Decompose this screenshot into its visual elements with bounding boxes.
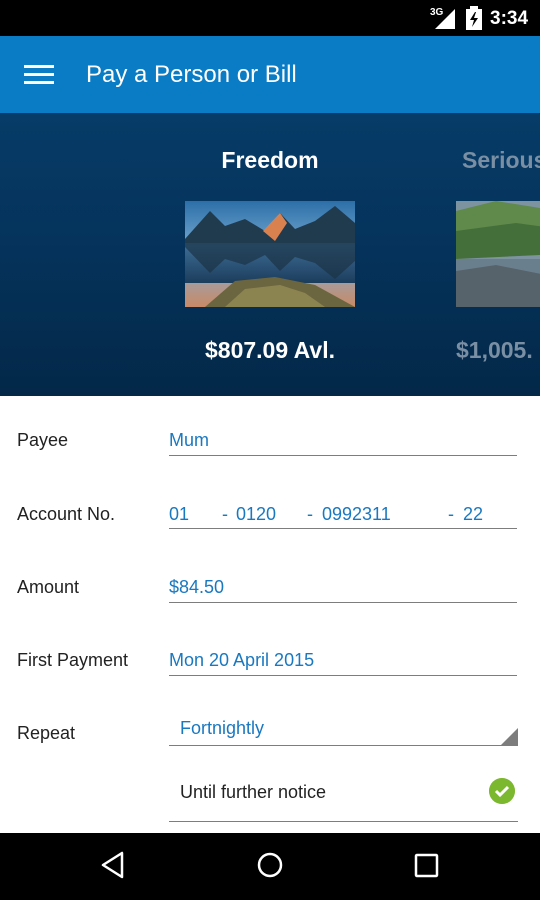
recents-icon[interactable] xyxy=(414,853,440,879)
home-icon[interactable] xyxy=(256,851,284,879)
battery-charging-icon xyxy=(466,6,482,30)
amount-label: Amount xyxy=(17,577,80,597)
payee-label: Payee xyxy=(17,430,69,450)
account-card-freedom[interactable]: Freedom $807.09 Avl. xyxy=(170,147,370,364)
account-no-label: Account No. xyxy=(17,504,116,524)
check-circle-icon[interactable] xyxy=(489,778,515,804)
payee-underline xyxy=(169,455,517,456)
amount-underline xyxy=(169,602,517,603)
repeat-underline xyxy=(169,745,518,746)
account-branch-input[interactable]: 0120 xyxy=(236,504,276,525)
navigation-bar xyxy=(0,833,540,900)
account-suffix-input[interactable]: 22 xyxy=(463,504,483,525)
page-title: Pay a Person or Bill xyxy=(86,61,297,88)
repeat-label: Repeat xyxy=(17,723,76,743)
account-name: Freedom xyxy=(221,147,319,173)
payment-form: Payee Mum Account No. 01 - 0120 - 099231… xyxy=(0,396,540,833)
back-icon[interactable] xyxy=(100,851,126,879)
account-number-input[interactable]: 0992311 xyxy=(322,504,391,525)
repeat-dropdown[interactable]: Fortnightly xyxy=(180,718,517,739)
account-separator: - xyxy=(448,504,454,524)
dropdown-triangle-icon[interactable] xyxy=(500,728,518,746)
amount-input[interactable]: $84.50 xyxy=(169,577,517,598)
account-carousel[interactable]: Freedom $807.09 Avl. Serious $1,005. xyxy=(0,113,540,396)
account-balance: $1,005. xyxy=(456,337,533,363)
account-image xyxy=(456,201,540,307)
signal-icon xyxy=(435,9,455,29)
first-payment-date-picker[interactable]: Mon 20 April 2015 xyxy=(169,650,517,671)
payee-input[interactable]: Mum xyxy=(169,430,517,451)
app-bar: Pay a Person or Bill xyxy=(0,36,540,113)
menu-icon[interactable] xyxy=(24,65,54,85)
account-card-serious[interactable]: Serious $1,005. xyxy=(456,147,540,364)
first-payment-underline xyxy=(169,675,517,676)
account-separator: - xyxy=(307,504,313,524)
account-underline xyxy=(169,528,517,529)
clock: 3:34 xyxy=(490,8,529,29)
first-payment-label: First Payment xyxy=(17,650,129,670)
account-name: Serious xyxy=(462,147,540,173)
account-balance: $807.09 Avl. xyxy=(204,337,335,363)
account-separator: - xyxy=(222,504,228,524)
until-option[interactable]: Until further notice xyxy=(180,782,326,803)
account-image xyxy=(185,201,355,307)
status-bar: 3G 3:34 xyxy=(0,0,540,36)
account-bank-input[interactable]: 01 xyxy=(169,504,189,525)
until-underline xyxy=(169,821,518,822)
